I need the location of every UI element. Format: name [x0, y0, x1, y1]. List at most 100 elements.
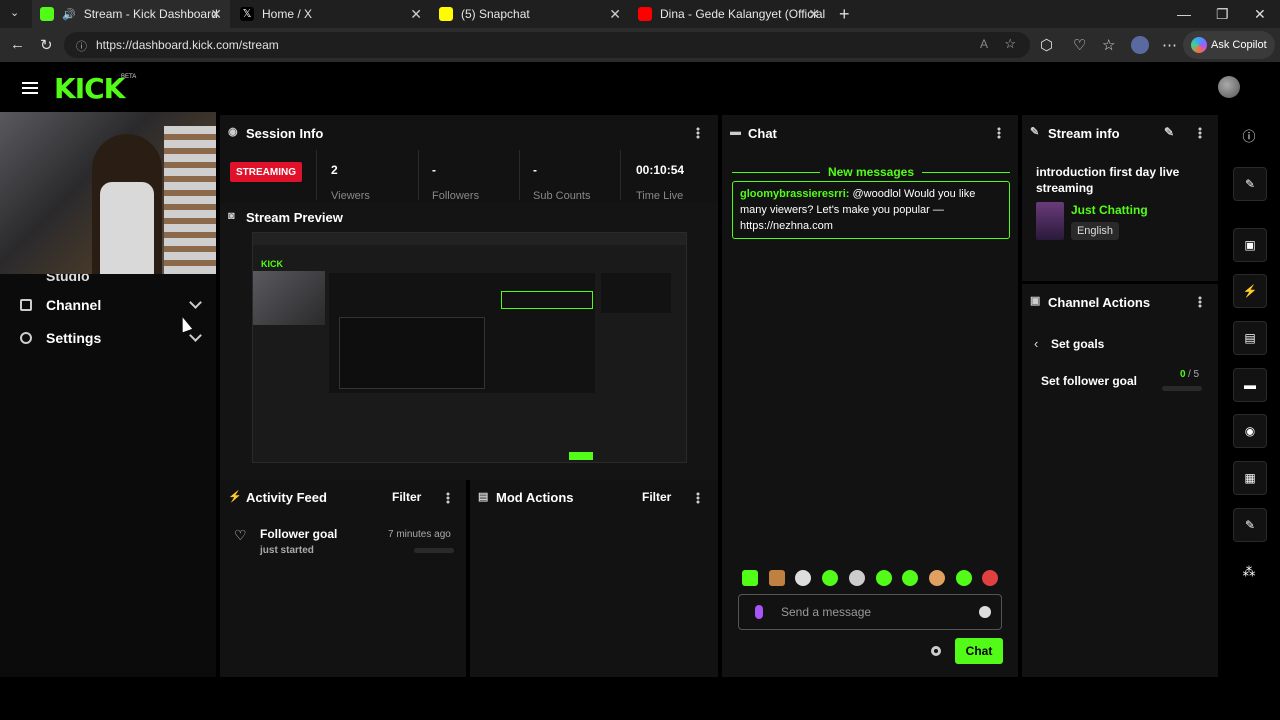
emote-3[interactable]: [795, 570, 811, 586]
browser-tab-bar: ⌄ 🔊 Stream - Kick Dashboard ✕ 𝕏 Home / X…: [0, 0, 1280, 28]
chevron-down-icon[interactable]: [189, 296, 202, 309]
category-link[interactable]: Just Chatting: [1071, 203, 1148, 217]
more-options-icon[interactable]: [997, 127, 1001, 139]
youtube-favicon-icon: [638, 7, 652, 21]
close-tab-icon[interactable]: ✕: [410, 6, 422, 23]
emote-1[interactable]: [742, 570, 758, 586]
broadcast-icon: ◉: [228, 126, 238, 138]
subs-label: Sub Counts: [533, 190, 591, 202]
close-tab-icon[interactable]: ✕: [808, 6, 820, 23]
set-follower-goal[interactable]: Set follower goal: [1041, 374, 1137, 388]
category-thumbnail[interactable]: [1036, 202, 1064, 240]
close-window-icon[interactable]: ✕: [1254, 6, 1266, 23]
rail-button-2[interactable]: ⚡: [1233, 274, 1267, 308]
tab-snapchat[interactable]: (5) Snapchat ✕: [431, 0, 629, 28]
share-icon[interactable]: ⁂: [1242, 565, 1256, 579]
more-options-icon[interactable]: [446, 492, 450, 504]
address-bar[interactable]: ⓘ https://dashboard.kick.com/stream A ☆: [64, 32, 1030, 58]
emoji-icon[interactable]: [979, 606, 991, 618]
read-aloud-icon[interactable]: A: [980, 37, 988, 51]
followers-count: -: [432, 163, 436, 177]
kick-logo[interactable]: KICK: [54, 72, 125, 105]
mod-actions-panel: ▤ Mod Actions: [470, 480, 718, 677]
chevron-left-icon[interactable]: ‹: [1034, 336, 1038, 351]
panel-title: Mod Actions: [496, 489, 574, 505]
favorites-icon[interactable]: ☆: [1102, 36, 1115, 54]
info-icon[interactable]: ⓘ: [1242, 130, 1256, 144]
lightning-icon: ⚡: [1242, 284, 1258, 298]
tab-title: Stream - Kick Dashboard: [83, 7, 218, 21]
emote-9[interactable]: [956, 570, 972, 586]
rail-button-1[interactable]: ▣: [1233, 228, 1267, 262]
more-options-icon[interactable]: [696, 127, 700, 139]
reload-icon[interactable]: ↻: [40, 36, 53, 54]
more-options-icon[interactable]: [696, 492, 700, 504]
goal-current: 0: [1180, 369, 1186, 380]
extensions-icon[interactable]: ⬡: [1040, 36, 1053, 54]
time-live-label: Time Live: [636, 190, 684, 202]
new-messages-divider[interactable]: New messages: [732, 165, 1010, 179]
tab-kick-dashboard[interactable]: 🔊 Stream - Kick Dashboard ✕: [32, 0, 230, 28]
microphone-icon[interactable]: [755, 605, 763, 619]
sidebar-item-channel[interactable]: Channel: [12, 290, 208, 320]
emote-4[interactable]: [822, 570, 838, 586]
tab-title: (5) Snapchat: [461, 7, 530, 21]
goal-target: / 5: [1188, 369, 1200, 380]
sidebar-item-label: Settings: [46, 330, 102, 346]
divider: [418, 150, 419, 200]
rail-button-4[interactable]: ▬: [1233, 368, 1267, 402]
panel-title: Activity Feed: [246, 489, 327, 505]
set-goals-back[interactable]: Set goals: [1051, 337, 1104, 351]
edit-icon[interactable]: ✎: [1164, 125, 1174, 139]
edit-layout-button[interactable]: ✎: [1233, 167, 1267, 201]
tab-youtube[interactable]: Dina - Gede Kalangyet (Official Vi ✕: [630, 0, 828, 28]
tab-list-icon[interactable]: ⌄: [10, 6, 19, 19]
close-tab-icon[interactable]: ✕: [210, 6, 222, 23]
tab-x-home[interactable]: 𝕏 Home / X ✕: [232, 0, 430, 28]
chat-bubble-icon: ▬: [730, 126, 741, 138]
chat-settings-icon[interactable]: [931, 646, 941, 656]
speaker-icon[interactable]: 🔊: [62, 8, 76, 21]
more-options-icon[interactable]: [1198, 127, 1202, 139]
more-options-icon[interactable]: [1198, 296, 1202, 308]
menu-icon[interactable]: [22, 82, 38, 94]
streamer-shirt: [100, 182, 154, 274]
panel-title: Stream Preview: [246, 209, 343, 225]
emote-10[interactable]: [982, 570, 998, 586]
sidebar-item-settings[interactable]: Settings: [12, 323, 208, 353]
time-live-value: 00:10:54: [636, 163, 685, 177]
chevron-down-icon[interactable]: [189, 329, 202, 342]
stream-preview-header: ◙ Stream Preview: [220, 203, 718, 231]
site-info-icon[interactable]: ⓘ: [76, 38, 87, 54]
back-icon[interactable]: ←: [10, 36, 25, 53]
chat-icon: ▬: [1244, 378, 1256, 392]
emote-8[interactable]: [929, 570, 945, 586]
more-icon[interactable]: ⋯: [1162, 36, 1177, 54]
rail-button-7[interactable]: ✎: [1233, 508, 1267, 542]
new-tab-icon[interactable]: +: [839, 4, 850, 25]
pencil-icon: ✎: [1244, 177, 1256, 191]
activity-filter-button[interactable]: Filter: [392, 490, 421, 504]
close-tab-icon[interactable]: ✕: [609, 6, 621, 23]
favorite-star-icon[interactable]: ☆: [1004, 36, 1016, 52]
mod-filter-button[interactable]: Filter: [642, 490, 671, 504]
user-avatar[interactable]: [1218, 76, 1240, 98]
chat-message-input[interactable]: Send a message: [738, 594, 1002, 630]
panel-title: Session Info: [246, 125, 324, 141]
minimize-icon[interactable]: —: [1177, 6, 1191, 22]
stream-preview-video[interactable]: KICK: [252, 232, 687, 463]
chat-message[interactable]: gloomybrassieresrri: @woodlol Would you …: [732, 181, 1010, 239]
ask-copilot-button[interactable]: Ask Copilot: [1183, 31, 1275, 59]
profile-avatar[interactable]: [1131, 36, 1149, 54]
emote-5[interactable]: [849, 570, 865, 586]
chat-send-button[interactable]: Chat: [955, 638, 1003, 664]
emote-7[interactable]: [902, 570, 918, 586]
rail-button-3[interactable]: ▤: [1233, 321, 1267, 355]
browser-essentials-icon[interactable]: ♡: [1073, 36, 1086, 54]
rail-button-5[interactable]: ◉: [1233, 414, 1267, 448]
emote-2[interactable]: [769, 570, 785, 586]
rail-button-6[interactable]: ▦: [1233, 461, 1267, 495]
emote-6[interactable]: [876, 570, 892, 586]
maximize-icon[interactable]: ❐: [1216, 6, 1229, 23]
chat-username[interactable]: gloomybrassieresrri:: [740, 188, 849, 200]
